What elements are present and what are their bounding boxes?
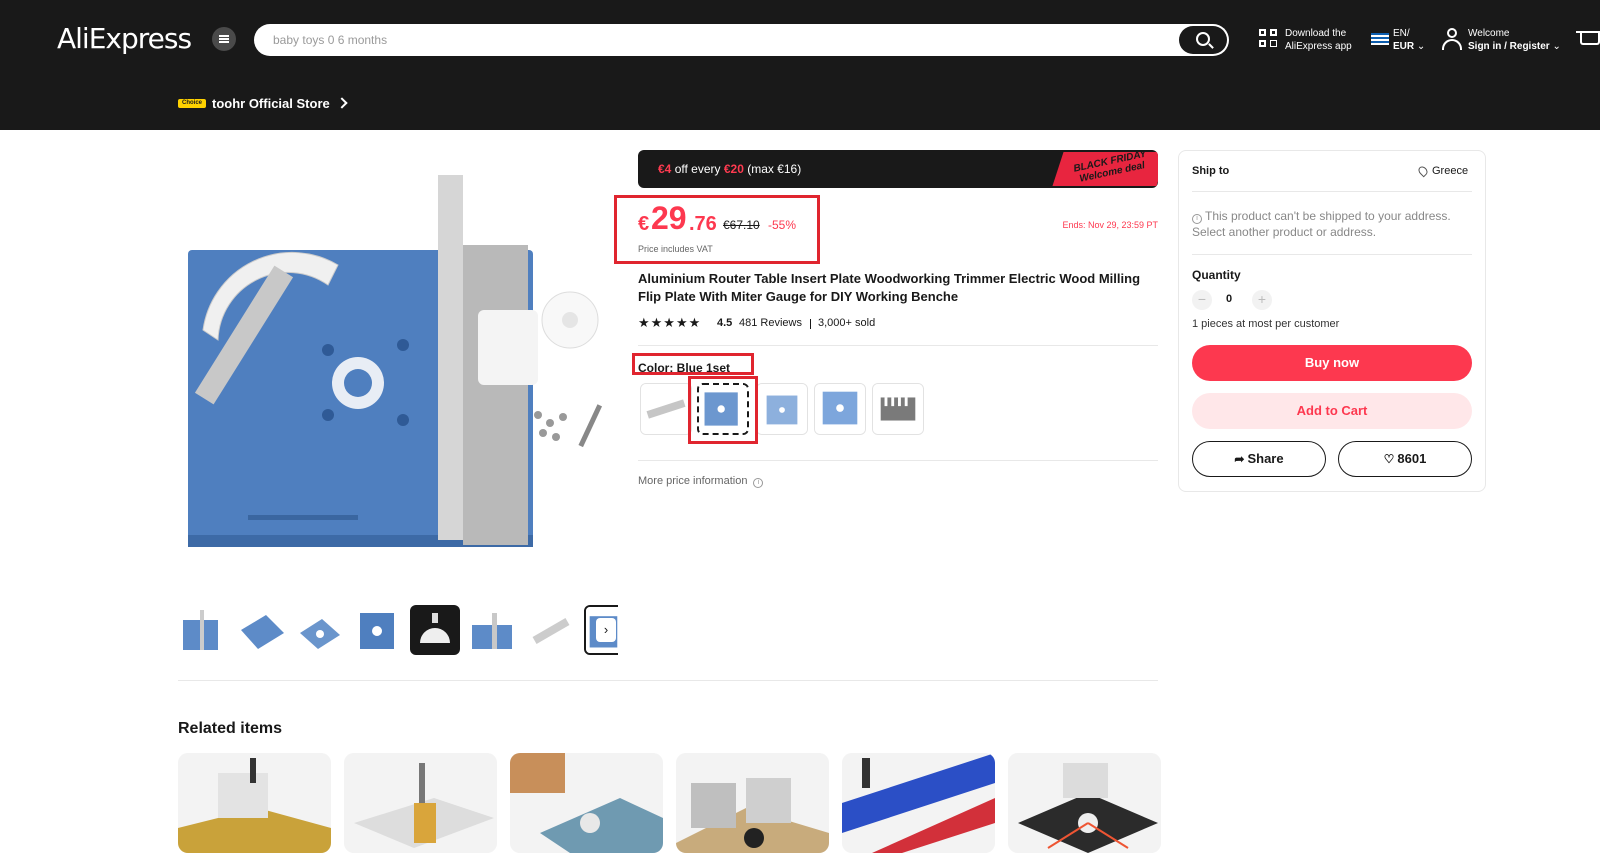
thumbnail[interactable] — [294, 605, 344, 655]
language-currency-selector[interactable]: EN/ EUR ⌄ — [1393, 27, 1425, 53]
top-header: AliExpress Download the AliExpress app E… — [0, 0, 1600, 130]
divider — [178, 680, 1158, 681]
related-item-card[interactable] — [842, 753, 995, 853]
promo-banner[interactable]: €4 off every €20 (max €16) BLACK FRIDAY … — [638, 150, 1158, 188]
chevron-right-icon[interactable]: › — [596, 618, 616, 642]
price-currency: € — [638, 213, 650, 235]
original-price: €67.10 — [723, 218, 760, 232]
quantity-limit-note: 1 pieces at most per customer — [1192, 318, 1340, 330]
thumbnail[interactable] — [236, 605, 286, 655]
sku-option[interactable] — [640, 383, 692, 435]
main-product-image[interactable] — [178, 165, 618, 565]
quantity-label: Quantity — [1192, 268, 1241, 282]
search-button[interactable] — [1179, 26, 1227, 54]
ship-to-label: Ship to — [1192, 165, 1230, 177]
price-cents: .76 — [689, 213, 717, 235]
purchase-panel: Ship to Greece i This product can't be sh… — [1178, 150, 1486, 492]
image-thumbnails — [178, 605, 618, 657]
wishlist-button[interactable]: ♡ 8601 — [1338, 441, 1472, 477]
discount-percent: -55% — [768, 218, 797, 232]
search-bar — [254, 24, 1229, 56]
shipping-warning: i This product can't be shipped to your a… — [1192, 209, 1451, 239]
related-item-card[interactable] — [344, 753, 497, 853]
thumbnail[interactable] — [352, 605, 402, 655]
related-item-card[interactable] — [178, 753, 331, 853]
sku-option[interactable] — [756, 383, 808, 435]
price-whole: 29 — [651, 200, 687, 236]
vat-note: Price includes VAT — [638, 244, 713, 254]
download-app-link[interactable]: Download the AliExpress app — [1285, 27, 1352, 53]
choice-badge: Choice — [178, 99, 206, 108]
sku-highlight-box — [688, 376, 758, 444]
heart-icon: ♡ — [1383, 452, 1395, 466]
buy-now-button[interactable]: Buy now — [1192, 345, 1472, 381]
sku-option[interactable] — [814, 383, 866, 435]
qr-code-icon[interactable] — [1259, 29, 1279, 49]
greece-flag-icon[interactable] — [1371, 33, 1389, 45]
chevron-down-icon: ⌄ — [1416, 41, 1426, 52]
cart-icon[interactable] — [1576, 28, 1600, 52]
store-name: toohr Official Store — [212, 96, 330, 111]
star-rating-icon: ★★★★★ — [638, 315, 702, 330]
share-icon: ➦ — [1234, 452, 1245, 466]
thumbnail[interactable] — [178, 605, 228, 655]
thumbnail[interactable] — [526, 605, 576, 655]
reviews-link[interactable]: 481 Reviews — [739, 317, 802, 329]
aliexpress-logo[interactable]: AliExpress — [57, 22, 192, 55]
user-icon[interactable] — [1442, 28, 1462, 50]
location-pin-icon — [1416, 164, 1430, 178]
thumbnail[interactable] — [468, 605, 518, 655]
quantity-value[interactable]: 0 — [1226, 293, 1232, 305]
quantity-decrease-button[interactable]: − — [1192, 290, 1212, 310]
product-title: Aluminium Router Table Insert Plate Wood… — [638, 271, 1141, 304]
sku-option[interactable] — [872, 383, 924, 435]
deal-end-time: Ends: Nov 29, 23:59 PT — [1062, 220, 1158, 230]
add-to-cart-button[interactable]: Add to Cart — [1192, 393, 1472, 429]
related-items-heading: Related items — [178, 720, 283, 737]
related-item-card[interactable] — [510, 753, 663, 853]
search-input[interactable] — [254, 24, 1174, 56]
quantity-increase-button[interactable]: + — [1252, 290, 1272, 310]
sign-in-link[interactable]: Welcome Sign in / Register ⌄ — [1468, 27, 1561, 53]
divider — [638, 345, 1158, 346]
related-item-card[interactable] — [1008, 753, 1161, 853]
more-price-info-link[interactable]: More price information i — [638, 475, 764, 488]
menu-icon[interactable] — [212, 27, 236, 51]
related-item-card[interactable] — [676, 753, 829, 853]
color-label: Color: Blue 1set — [638, 361, 731, 375]
info-icon: i — [1192, 214, 1202, 224]
divider — [638, 460, 1158, 461]
chevron-down-icon: ⌄ — [1552, 41, 1561, 52]
share-button[interactable]: ➦ Share — [1192, 441, 1326, 477]
thumbnail[interactable] — [410, 605, 460, 655]
info-icon: i — [753, 478, 764, 488]
sold-count: 3,000+ sold — [818, 317, 876, 329]
chevron-right-icon — [336, 97, 348, 109]
rating-value: 4.5 — [717, 317, 733, 329]
ship-country-selector[interactable]: Greece — [1432, 165, 1468, 177]
